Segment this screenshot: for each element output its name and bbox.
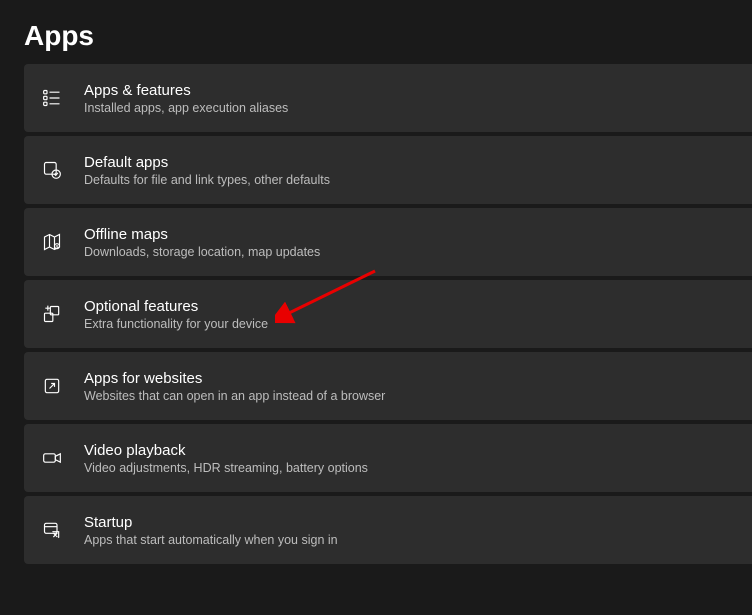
item-title: Offline maps — [84, 226, 320, 243]
startup-icon — [40, 518, 64, 542]
item-title: Default apps — [84, 154, 330, 171]
item-startup[interactable]: Startup Apps that start automatically wh… — [24, 496, 752, 564]
page-title: Apps — [0, 0, 752, 64]
item-offline-maps[interactable]: Offline maps Downloads, storage location… — [24, 208, 752, 276]
item-title: Optional features — [84, 298, 268, 315]
list-icon — [40, 86, 64, 110]
open-link-icon — [40, 374, 64, 398]
default-apps-icon — [40, 158, 64, 182]
optional-features-icon — [40, 302, 64, 326]
item-apps-for-websites[interactable]: Apps for websites Websites that can open… — [24, 352, 752, 420]
item-subtitle: Websites that can open in an app instead… — [84, 389, 385, 403]
item-optional-features[interactable]: Optional features Extra functionality fo… — [24, 280, 752, 348]
video-icon — [40, 446, 64, 470]
apps-settings-list: Apps & features Installed apps, app exec… — [0, 64, 752, 564]
item-title: Apps for websites — [84, 370, 385, 387]
item-subtitle: Defaults for file and link types, other … — [84, 173, 330, 187]
item-subtitle: Installed apps, app execution aliases — [84, 101, 288, 115]
item-subtitle: Video adjustments, HDR streaming, batter… — [84, 461, 368, 475]
item-subtitle: Downloads, storage location, map updates — [84, 245, 320, 259]
item-video-playback[interactable]: Video playback Video adjustments, HDR st… — [24, 424, 752, 492]
item-subtitle: Apps that start automatically when you s… — [84, 533, 338, 547]
map-icon — [40, 230, 64, 254]
item-subtitle: Extra functionality for your device — [84, 317, 268, 331]
item-title: Startup — [84, 514, 338, 531]
item-title: Apps & features — [84, 82, 288, 99]
item-apps-and-features[interactable]: Apps & features Installed apps, app exec… — [24, 64, 752, 132]
item-title: Video playback — [84, 442, 368, 459]
item-default-apps[interactable]: Default apps Defaults for file and link … — [24, 136, 752, 204]
